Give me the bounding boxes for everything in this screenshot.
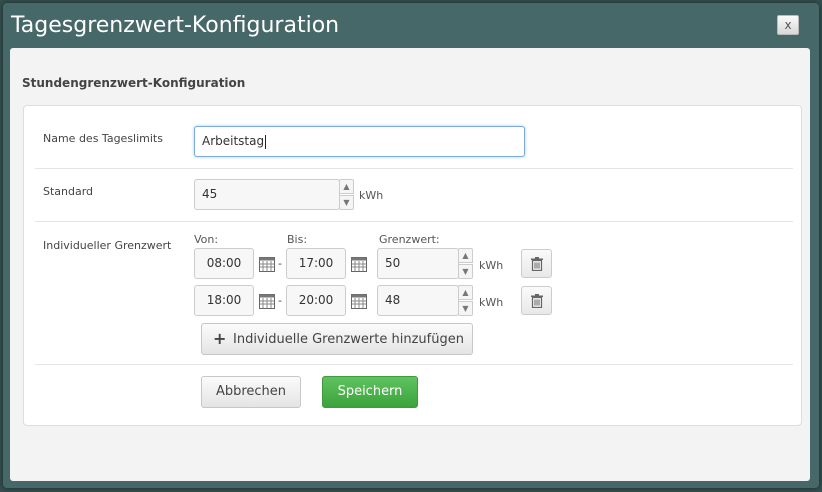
trash-icon [531, 294, 543, 308]
caret-up-icon[interactable]: ▲ [458, 285, 473, 300]
caret-down-icon[interactable]: ▼ [458, 301, 473, 316]
range-separator: - [278, 257, 282, 270]
from-column-label: Von: [194, 233, 219, 246]
dialog-body: Stundengrenzwert-Konfiguration Name des … [10, 48, 810, 481]
limit-spinner: ▲ ▼ [458, 285, 473, 316]
to-time-input[interactable]: 20:00 [286, 285, 346, 316]
calendar-icon[interactable] [259, 256, 275, 272]
range-separator: - [278, 294, 282, 307]
config-dialog: Tagesgrenzwert-Konfiguration x Stundengr… [3, 3, 819, 488]
caret-down-icon[interactable]: ▼ [339, 195, 354, 210]
name-input[interactable]: Arbeitstag [194, 126, 525, 157]
trash-icon [531, 257, 543, 271]
name-label: Name des Tageslimits [43, 132, 163, 145]
form-panel: Name des Tageslimits Arbeitstag Standard… [23, 105, 802, 426]
calendar-icon[interactable] [259, 293, 275, 309]
standard-unit: kWh [359, 189, 384, 202]
from-time-input[interactable]: 08:00 [194, 248, 254, 279]
divider [35, 221, 793, 222]
individual-label: Individueller Grenzwert [43, 239, 172, 252]
caret-up-icon[interactable]: ▲ [339, 179, 354, 194]
add-button-label: Individuelle Grenzwerte hinzufügen [233, 332, 464, 347]
standard-input[interactable]: 45 [194, 179, 340, 210]
add-individual-limits-button[interactable]: + Individuelle Grenzwerte hinzufügen [201, 323, 473, 355]
delete-row-button[interactable] [521, 249, 552, 278]
dialog-title: Tagesgrenzwert-Konfiguration [11, 13, 340, 38]
plus-icon: + [213, 329, 227, 348]
caret-down-icon[interactable]: ▼ [458, 264, 473, 279]
to-column-label: Bis: [287, 233, 308, 246]
to-time-input[interactable]: 17:00 [286, 248, 346, 279]
caret-up-icon[interactable]: ▲ [458, 248, 473, 263]
limit-unit: kWh [479, 296, 504, 309]
limit-input[interactable]: 48 [377, 285, 459, 316]
calendar-icon[interactable] [351, 256, 367, 272]
cancel-button[interactable]: Abbrechen [201, 376, 301, 408]
limit-spinner: ▲ ▼ [458, 248, 473, 279]
standard-label: Standard [43, 185, 94, 198]
standard-spinner: ▲ ▼ [339, 179, 354, 210]
limit-column-label: Grenzwert: [379, 233, 440, 246]
divider [35, 364, 793, 365]
limit-input[interactable]: 50 [377, 248, 459, 279]
calendar-icon[interactable] [351, 293, 367, 309]
close-button[interactable]: x [777, 15, 799, 35]
save-button[interactable]: Speichern [322, 376, 418, 408]
limit-unit: kWh [479, 259, 504, 272]
close-icon: x [784, 18, 792, 32]
from-time-input[interactable]: 18:00 [194, 285, 254, 316]
delete-row-button[interactable] [521, 286, 552, 315]
divider [35, 168, 793, 169]
text-caret [265, 134, 267, 149]
section-title: Stundengrenzwert-Konfiguration [22, 76, 246, 90]
